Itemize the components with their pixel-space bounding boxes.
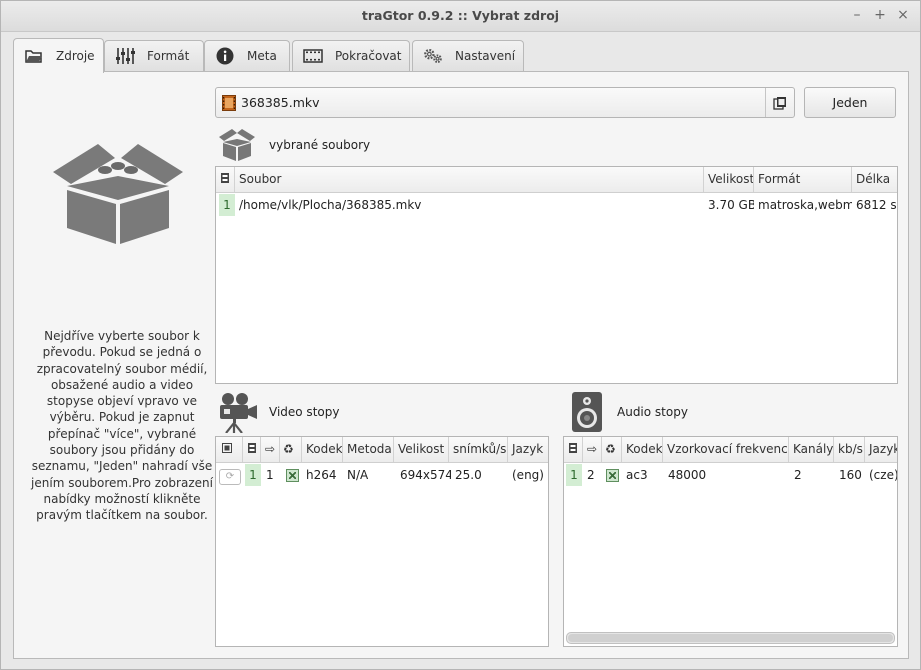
audio-sample-rate: 48000 [668,468,707,482]
col-velikost[interactable]: Velikost [394,437,449,462]
col-index-icon[interactable] [216,167,235,192]
tab-zdroje[interactable]: Zdroje [13,38,104,73]
sliders-icon [115,46,135,66]
files-table[interactable]: Soubor Velikost Formát Délka 1 /home/vlk… [215,166,898,384]
audio-section-header: Audio stopy [570,391,688,433]
recycle-icon[interactable]: ♻ [602,437,622,462]
tab-nastaveni[interactable]: Nastavení [412,40,524,71]
video-fps: 25.0 [455,468,482,482]
scrollbar-thumb[interactable] [568,634,893,642]
tab-label: Formát [147,49,190,63]
tab-label: Nastavení [455,49,516,63]
files-section-header: vybrané soubory [217,128,370,162]
tab-meta[interactable]: Meta [204,40,290,71]
audio-kbps: 160 [839,468,862,482]
selected-file-name: 368385.mkv [241,95,320,110]
single-mode-button[interactable]: Jeden [804,87,896,118]
speaker-icon [570,391,604,433]
film-icon [303,46,323,66]
col-index-icon[interactable] [564,437,583,462]
col-preview-icon[interactable] [216,437,243,462]
info-icon [215,46,235,66]
video-section-header: Video stopy [217,391,340,434]
col-delka[interactable]: Délka [852,167,897,192]
audio-codec: ac3 [626,468,648,482]
files-heading: vybrané soubory [269,138,371,152]
audio-lang: (cze) [869,468,898,482]
box-icon [217,128,257,162]
col-kbps[interactable]: kb/s [834,437,865,462]
tab-label: Meta [247,49,277,63]
col-jazyk[interactable]: Jazyk [865,437,897,462]
col-soubor[interactable]: Soubor [235,167,704,192]
video-size: 694x574 [400,468,451,482]
stream-number: 1 [266,468,274,482]
col-stream-arrow[interactable]: ⇨ [583,437,602,462]
file-size: 3.70 GB [708,198,754,212]
tab-label: Pokračovat [335,49,402,63]
enabled-checkbox[interactable] [282,464,302,486]
source-file-combo[interactable]: 368385.mkv [215,87,795,118]
tab-format[interactable]: Formát [104,40,204,71]
gears-icon [423,46,443,66]
help-text: Nejdříve vyberte soubor k převodu. Pokud… [31,329,213,523]
open-box-illustration [43,144,193,334]
col-format[interactable]: Formát [754,167,852,192]
file-duration: 6812 s [856,198,897,212]
col-metoda[interactable]: Metoda [343,437,394,462]
audio-streams-table[interactable]: ⇨ ♻ Kodek Vzorkovací frekvence Kanály kb… [563,436,898,647]
audio-heading: Audio stopy [617,405,688,419]
title-bar[interactable]: traGtor 0.9.2 :: Vybrat zdroj – + × [1,1,920,32]
video-codec: h264 [306,468,337,482]
window-title: traGtor 0.9.2 :: Vybrat zdroj [361,8,560,23]
video-streams-table[interactable]: ⇨ ♻ Kodek Metoda Velikost snímků/s Jazyk… [215,436,549,647]
clear-list-icon[interactable] [765,88,794,117]
col-kodek[interactable]: Kodek [302,437,343,462]
video-file-icon [222,95,236,114]
tab-pokracovat[interactable]: Pokračovat [292,40,410,71]
folder-open-icon [24,46,44,66]
file-path: /home/vlk/Plocha/368385.mkv [239,198,422,212]
files-table-header: Soubor Velikost Formát Délka [216,167,897,193]
preview-toggle[interactable]: ⟳ [219,464,243,486]
video-lang: (eng) [512,468,544,482]
tab-label: Zdroje [56,49,95,63]
col-velikost[interactable]: Velikost [704,167,754,192]
file-format: matroska,webm [758,198,852,212]
col-index-icon[interactable] [243,437,261,462]
col-kanaly[interactable]: Kanály [789,437,834,462]
row-index: 1 [566,464,582,486]
row-index: 1 [219,194,235,216]
col-stream-arrow[interactable]: ⇨ [261,437,280,462]
row-index: 1 [245,464,261,486]
stream-number: 2 [587,468,595,482]
video-heading: Video stopy [269,405,340,419]
video-method: N/A [347,468,369,482]
col-kodek[interactable]: Kodek [622,437,663,462]
col-jazyk[interactable]: Jazyk [508,437,548,462]
video-camera-icon [217,391,259,434]
recycle-icon[interactable]: ♻ [280,437,302,462]
audio-channels: 2 [794,468,802,482]
audio-table-header: ⇨ ♻ Kodek Vzorkovací frekvence Kanály kb… [564,437,897,463]
minimize-icon[interactable]: – [848,6,866,24]
col-fps[interactable]: snímků/s [449,437,508,462]
close-icon[interactable]: × [894,6,912,24]
maximize-icon[interactable]: + [871,6,889,24]
enabled-checkbox[interactable] [602,464,622,486]
horizontal-scrollbar[interactable] [566,632,895,644]
app-window: traGtor 0.9.2 :: Vybrat zdroj – + × Zdro… [0,0,921,670]
video-table-header: ⇨ ♻ Kodek Metoda Velikost snímků/s Jazyk [216,437,548,463]
col-sample-rate[interactable]: Vzorkovací frekvence [663,437,789,462]
